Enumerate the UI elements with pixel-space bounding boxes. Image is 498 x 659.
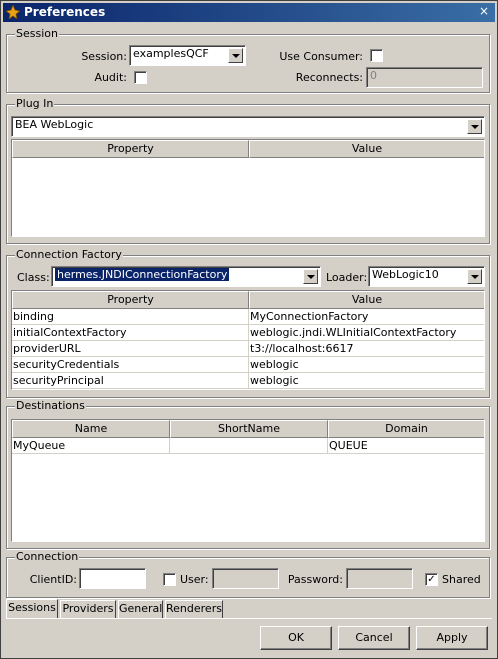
user-field[interactable] <box>212 568 279 589</box>
close-icon[interactable]: × <box>477 4 491 18</box>
reconnects-value: 0 <box>370 69 377 82</box>
column-header-name[interactable]: Name <box>12 420 170 438</box>
property-cell[interactable]: securityPrincipal <box>12 373 249 389</box>
shared-checkbox[interactable]: ✓ <box>425 573 438 586</box>
shortname-cell[interactable] <box>170 438 328 454</box>
plugin-properties-table[interactable]: Property Value <box>11 139 485 237</box>
table-header: Property Value <box>12 291 484 309</box>
column-header-property[interactable]: Property <box>12 291 249 309</box>
destinations-table[interactable]: Name ShortName Domain MyQueue QUEUE <box>11 419 485 542</box>
property-cell[interactable]: binding <box>12 309 249 325</box>
session-select[interactable]: examplesQCF <box>129 45 246 66</box>
loader-select[interactable]: WebLogic10 <box>368 266 485 287</box>
chevron-down-icon[interactable] <box>467 119 482 134</box>
audit-label: Audit: <box>94 71 127 84</box>
loader-select-value: WebLogic10 <box>372 268 439 281</box>
column-header-property[interactable]: Property <box>12 140 249 158</box>
class-select-value: hermes.JNDIConnectionFactory <box>55 268 230 281</box>
use-consumer-label: Use Consumer: <box>279 50 363 63</box>
check-icon: ✓ <box>427 574 436 585</box>
table-row[interactable]: securityPrincipal weblogic <box>12 373 484 389</box>
property-cell[interactable]: providerURL <box>12 341 249 357</box>
window-title: Preferences <box>24 5 106 19</box>
tab-providers[interactable]: Providers <box>60 600 116 618</box>
table-row[interactable]: binding MyConnectionFactory <box>12 309 484 325</box>
column-header-shortname[interactable]: ShortName <box>170 420 328 438</box>
value-cell[interactable]: weblogic <box>249 373 484 389</box>
column-header-value[interactable]: Value <box>249 291 484 309</box>
class-select[interactable]: hermes.JNDIConnectionFactory <box>51 266 321 287</box>
session-label: Session: <box>81 50 127 63</box>
clientid-field[interactable] <box>79 568 146 589</box>
cancel-button[interactable]: Cancel <box>338 626 410 650</box>
table-header: Property Value <box>12 140 484 158</box>
tab-general[interactable]: General <box>118 600 163 618</box>
password-label: Password: <box>287 573 343 586</box>
table-row[interactable]: securityCredentials weblogic <box>12 357 484 373</box>
title-bar[interactable]: Preferences × <box>3 3 495 22</box>
tab-sessions[interactable]: Sessions <box>6 599 58 619</box>
table-header: Name ShortName Domain <box>12 420 484 438</box>
chevron-down-icon[interactable] <box>467 269 482 284</box>
table-row[interactable]: initialContextFactory weblogic.jndi.WLIn… <box>12 325 484 341</box>
value-cell[interactable]: weblogic <box>249 357 484 373</box>
session-select-value: examplesQCF <box>133 47 209 60</box>
plugin-group-label: Plug In <box>15 97 55 110</box>
reconnects-field[interactable]: 0 <box>366 67 483 88</box>
property-cell[interactable]: initialContextFactory <box>12 325 249 341</box>
reconnects-label: Reconnects: <box>295 71 363 84</box>
connection-group-label: Connection <box>15 550 80 563</box>
connection-factory-group-label: Connection Factory <box>15 248 123 261</box>
password-field[interactable] <box>346 568 413 589</box>
use-consumer-checkbox[interactable] <box>370 49 383 62</box>
destinations-group-label: Destinations <box>15 399 86 412</box>
user-checkbox[interactable] <box>163 573 176 586</box>
ok-button[interactable]: OK <box>260 626 332 650</box>
chevron-down-icon[interactable] <box>303 269 318 284</box>
value-cell[interactable]: MyConnectionFactory <box>249 309 484 325</box>
column-header-value[interactable]: Value <box>249 140 484 158</box>
loader-label: Loader: <box>326 271 368 284</box>
apply-button[interactable]: Apply <box>416 626 488 650</box>
connection-factory-table[interactable]: Property Value binding MyConnectionFacto… <box>11 290 485 390</box>
shared-label: Shared <box>442 573 481 586</box>
session-group-label: Session <box>15 27 59 40</box>
table-row[interactable]: providerURL t3://localhost:6617 <box>12 341 484 357</box>
column-header-domain[interactable]: Domain <box>328 420 484 438</box>
domain-cell[interactable]: QUEUE <box>328 438 484 454</box>
preferences-window: Preferences × Session Session: examplesQ… <box>0 0 498 659</box>
user-label: User: <box>180 573 209 586</box>
chevron-down-icon[interactable] <box>228 48 243 63</box>
property-cell[interactable]: securityCredentials <box>12 357 249 373</box>
value-cell[interactable]: t3://localhost:6617 <box>249 341 484 357</box>
plugin-select[interactable]: BEA WebLogic <box>11 116 485 137</box>
value-cell[interactable]: weblogic.jndi.WLInitialContextFactory <box>249 325 484 341</box>
name-cell[interactable]: MyQueue <box>12 438 170 454</box>
table-row[interactable]: MyQueue QUEUE <box>12 438 484 454</box>
tab-renderers[interactable]: Renderers <box>165 600 223 618</box>
audit-checkbox[interactable] <box>134 71 147 84</box>
plugin-select-value: BEA WebLogic <box>15 118 94 131</box>
clientid-label: ClientID: <box>29 573 77 586</box>
tab-divider <box>6 618 492 619</box>
app-icon <box>6 5 20 19</box>
class-label: Class: <box>17 271 50 284</box>
